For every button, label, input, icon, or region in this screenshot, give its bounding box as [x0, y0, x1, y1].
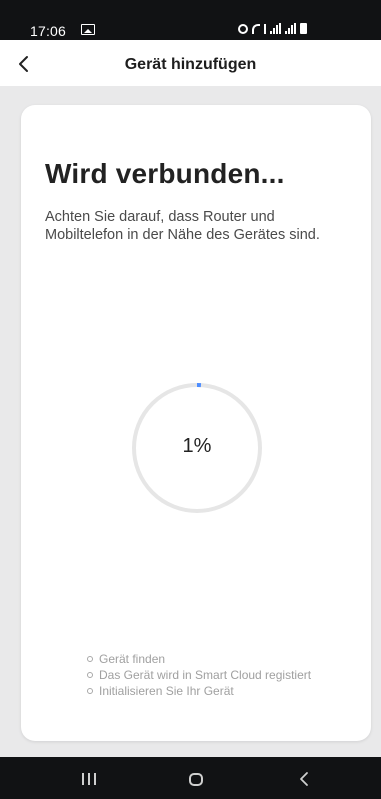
step-label: Initialisieren Sie Ihr Gerät [99, 684, 234, 698]
card-description: Achten Sie darauf, dass Router und Mobil… [45, 209, 320, 243]
alarm-icon [238, 24, 248, 34]
recent-apps-icon[interactable] [82, 773, 100, 785]
system-nav-bar [0, 757, 381, 799]
step-label: Das Gerät wird in Smart Cloud registiert [99, 668, 312, 682]
data-icon [264, 24, 266, 34]
step-label: Gerät finden [99, 652, 166, 666]
page-title: Gerät hinzufügen [124, 56, 257, 73]
battery-icon [300, 23, 307, 34]
signal-icon [270, 23, 281, 34]
status-icons [238, 23, 307, 34]
image-icon [81, 24, 95, 35]
signal-icon [285, 23, 296, 34]
status-time: 17:06 [30, 23, 67, 39]
screen: 17:06 Gerät hinzufügen Wird verbunden...… [0, 0, 381, 799]
step-item: Das Gerät wird in Smart Cloud registiert [87, 667, 311, 683]
step-item: Gerät finden [87, 651, 311, 667]
home-icon[interactable] [189, 773, 203, 786]
step-bullet-icon [87, 688, 93, 694]
step-item: Initialisieren Sie Ihr Gerät [87, 683, 311, 699]
app-header: Gerät hinzufügen [0, 40, 381, 86]
connecting-card: Wird verbunden... Achten Sie darauf, das… [21, 105, 371, 741]
progress-ring: 1% [129, 380, 265, 516]
status-bar: 17:06 [0, 0, 381, 40]
step-bullet-icon [87, 672, 93, 678]
step-bullet-icon [87, 656, 93, 662]
back-icon[interactable] [296, 770, 312, 788]
card-title: Wird verbunden... [45, 158, 285, 189]
progress-percent: 1% [182, 435, 212, 457]
step-list: Gerät finden Das Gerät wird in Smart Clo… [87, 651, 311, 699]
wifi-icon [252, 24, 260, 34]
